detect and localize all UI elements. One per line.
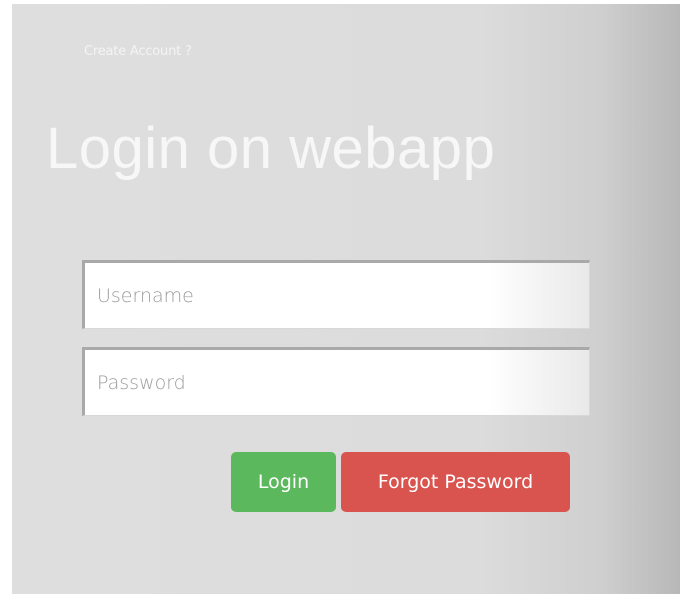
page-title: Login on webapp bbox=[46, 116, 496, 181]
username-input[interactable] bbox=[82, 260, 590, 329]
page: Create Account ? Login on webapp Login F… bbox=[0, 0, 680, 594]
forgot-password-button[interactable]: Forgot Password bbox=[341, 452, 570, 512]
create-account-link[interactable]: Create Account ? bbox=[84, 44, 192, 59]
password-input[interactable] bbox=[82, 347, 590, 416]
login-button[interactable]: Login bbox=[231, 452, 336, 512]
